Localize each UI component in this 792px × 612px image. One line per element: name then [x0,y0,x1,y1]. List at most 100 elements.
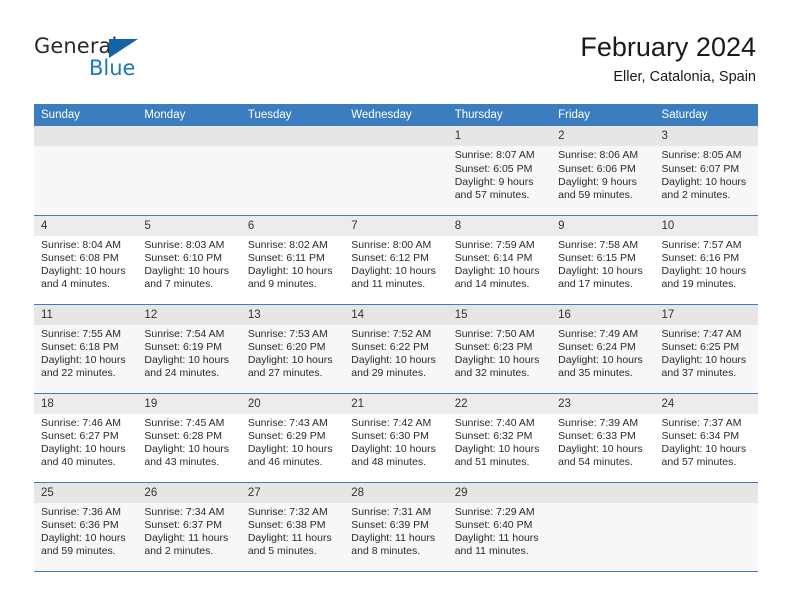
day-number: 16 [551,304,655,325]
calendar-day-cell[interactable]: 14 Sunrise: 7:52 AM Sunset: 6:22 PM Dayligh… [344,304,448,394]
daylight-text: Daylight: 9 hours and 59 minutes. [558,175,637,201]
calendar-day-cell[interactable]: 9 Sunrise: 7:58 AM Sunset: 6:15 PM Daylight… [551,215,655,305]
calendar-body: 1 Sunrise: 8:07 AM Sunset: 6:05 PM Daylight… [34,126,758,572]
sunset-text: Sunset: 6:39 PM [351,519,429,532]
day-sun-info: Sunrise: 7:31 AM Sunset: 6:39 PM Daylight:… [344,503,447,559]
day-cell-inner: 6 Sunrise: 8:02 AM Sunset: 6:11 PM Daylight… [240,215,345,304]
day-sun-info: Sunrise: 7:32 AM Sunset: 6:38 PM Daylight:… [241,503,344,559]
daylight-text: Daylight: 10 hours and 14 minutes. [454,265,540,291]
logo-text-general: General [34,34,118,58]
day-number [137,126,241,146]
day-number: 5 [137,215,241,236]
sunrise-text: Sunrise: 7:29 AM [454,505,535,518]
day-number: 27 [240,482,345,503]
daylight-text: Daylight: 10 hours and 40 minutes. [41,443,126,469]
day-number [240,126,345,146]
day-cell-inner: 20 Sunrise: 7:43 AM Sunset: 6:29 PM Dayligh… [240,393,345,482]
calendar-day-cell[interactable]: 12 Sunrise: 7:54 AM Sunset: 6:19 PM Dayligh… [137,304,241,394]
calendar-week-row: 18 Sunrise: 7:46 AM Sunset: 6:27 PM Dayligh… [34,393,758,483]
day-number: 19 [137,393,241,414]
calendar-week-row: 1 Sunrise: 8:07 AM Sunset: 6:05 PM Daylight… [34,126,758,216]
day-number: 21 [344,393,448,414]
calendar-day-cell[interactable]: 29 Sunrise: 7:29 AM Sunset: 6:40 PM Dayligh… [447,482,552,572]
daylight-text: Daylight: 10 hours and 32 minutes. [454,354,540,380]
calendar-day-cell[interactable]: 1 Sunrise: 8:07 AM Sunset: 6:05 PM Daylight… [447,126,552,216]
sunset-text: Sunset: 6:05 PM [454,162,533,175]
calendar-day-cell[interactable]: 11 Sunrise: 7:55 AM Sunset: 6:18 PM Dayligh… [34,304,138,394]
calendar-table-wrapper: Sunday Monday Tuesday Wednesday Thursday… [34,104,758,572]
calendar-day-cell[interactable]: 15 Sunrise: 7:50 AM Sunset: 6:23 PM Dayligh… [447,304,552,394]
page-header: General Blue February 2024 Eller, Catalo… [0,0,792,85]
calendar-day-cell[interactable]: 10 Sunrise: 7:57 AM Sunset: 6:16 PM Dayligh… [654,215,758,305]
sunrise-text: Sunrise: 7:45 AM [144,416,225,429]
day-number: 29 [447,482,552,503]
day-cell-inner: 22 Sunrise: 7:40 AM Sunset: 6:32 PM Dayligh… [447,393,552,482]
day-number: 23 [551,393,655,414]
generalblue-logo[interactable]: General Blue [34,34,194,86]
calendar-day-cell[interactable]: 16 Sunrise: 7:49 AM Sunset: 6:24 PM Dayligh… [551,304,655,394]
calendar-week-row: 4 Sunrise: 8:04 AM Sunset: 6:08 PM Daylight… [34,215,758,305]
day-number [654,482,758,503]
day-sun-info: Sunrise: 7:58 AM Sunset: 6:15 PM Daylight:… [551,236,654,292]
day-number: 13 [240,304,345,325]
calendar-day-cell[interactable]: 27 Sunrise: 7:32 AM Sunset: 6:38 PM Dayligh… [240,482,345,572]
day-cell-inner: 16 Sunrise: 7:49 AM Sunset: 6:24 PM Dayligh… [551,304,655,393]
day-cell-inner: 3 Sunrise: 8:05 AM Sunset: 6:07 PM Daylight… [654,126,758,215]
day-sun-info: Sunrise: 7:45 AM Sunset: 6:28 PM Daylight:… [137,414,240,470]
calendar-day-cell[interactable]: 23 Sunrise: 7:39 AM Sunset: 6:33 PM Dayligh… [551,393,655,483]
daylight-text: Daylight: 10 hours and 24 minutes. [144,354,230,380]
sunrise-text: Sunrise: 7:55 AM [41,327,121,340]
day-sun-info: Sunrise: 8:00 AM Sunset: 6:12 PM Daylight:… [344,236,447,292]
sunset-text: Sunset: 6:33 PM [558,430,636,443]
title-block: February 2024 Eller, Catalonia, Spain [580,32,756,85]
calendar-day-cell[interactable]: 20 Sunrise: 7:43 AM Sunset: 6:29 PM Dayligh… [240,393,345,483]
calendar-day-cell[interactable]: 2 Sunrise: 8:06 AM Sunset: 6:06 PM Daylight… [551,126,655,216]
sunrise-text: Sunrise: 7:57 AM [661,238,742,251]
day-number: 2 [551,126,655,147]
sunset-text: Sunset: 6:30 PM [351,430,429,443]
calendar-day-cell[interactable]: 7 Sunrise: 8:00 AM Sunset: 6:12 PM Daylight… [344,215,448,305]
daylight-text: Daylight: 10 hours and 59 minutes. [41,532,126,558]
day-cell-inner [654,482,758,571]
calendar-day-cell[interactable]: 3 Sunrise: 8:05 AM Sunset: 6:07 PM Daylight… [654,126,758,216]
day-cell-inner [551,482,655,571]
calendar-day-cell[interactable]: 8 Sunrise: 7:59 AM Sunset: 6:14 PM Daylight… [447,215,552,305]
calendar-day-cell[interactable]: 6 Sunrise: 8:02 AM Sunset: 6:11 PM Daylight… [240,215,345,305]
day-sun-info: Sunrise: 7:57 AM Sunset: 6:16 PM Daylight:… [655,236,758,292]
calendar-day-cell[interactable]: 28 Sunrise: 7:31 AM Sunset: 6:39 PM Dayligh… [344,482,448,572]
calendar-day-cell[interactable]: 17 Sunrise: 7:47 AM Sunset: 6:25 PM Dayligh… [654,304,758,394]
day-sun-info: Sunrise: 7:55 AM Sunset: 6:18 PM Daylight:… [34,325,137,381]
calendar-day-cell-empty [137,126,241,216]
weekday-header-wednesday: Wednesday [344,104,448,126]
sunrise-text: Sunrise: 7:32 AM [247,505,328,518]
sunset-text: Sunset: 6:24 PM [558,341,636,354]
daylight-text: Daylight: 11 hours and 5 minutes. [247,532,332,558]
day-sun-info: Sunrise: 7:43 AM Sunset: 6:29 PM Daylight:… [241,414,344,470]
calendar-day-cell[interactable]: 24 Sunrise: 7:37 AM Sunset: 6:34 PM Dayligh… [654,393,758,483]
calendar-day-cell[interactable]: 5 Sunrise: 8:03 AM Sunset: 6:10 PM Daylight… [137,215,241,305]
day-number: 15 [447,304,552,325]
day-cell-inner: 2 Sunrise: 8:06 AM Sunset: 6:06 PM Daylight… [551,126,655,215]
day-cell-inner: 8 Sunrise: 7:59 AM Sunset: 6:14 PM Daylight… [447,215,552,304]
calendar-day-cell[interactable]: 4 Sunrise: 8:04 AM Sunset: 6:08 PM Daylight… [34,215,138,305]
page-title: February 2024 [580,32,756,62]
day-cell-inner: 7 Sunrise: 8:00 AM Sunset: 6:12 PM Daylight… [344,215,448,304]
day-sun-info: Sunrise: 8:02 AM Sunset: 6:11 PM Daylight:… [241,236,344,292]
calendar-day-cell[interactable]: 22 Sunrise: 7:40 AM Sunset: 6:32 PM Dayligh… [447,393,552,483]
daylight-text: Daylight: 10 hours and 35 minutes. [558,354,643,380]
day-cell-inner: 23 Sunrise: 7:39 AM Sunset: 6:33 PM Dayligh… [551,393,655,482]
sunrise-text: Sunrise: 7:43 AM [247,416,328,429]
day-cell-inner [240,126,345,215]
sunrise-text: Sunrise: 8:03 AM [144,238,225,251]
calendar-day-cell[interactable]: 26 Sunrise: 7:34 AM Sunset: 6:37 PM Dayligh… [137,482,241,572]
sunset-text: Sunset: 6:36 PM [41,519,119,532]
calendar-day-cell[interactable]: 19 Sunrise: 7:45 AM Sunset: 6:28 PM Dayligh… [137,393,241,483]
calendar-day-cell[interactable]: 25 Sunrise: 7:36 AM Sunset: 6:36 PM Dayligh… [34,482,138,572]
calendar-day-cell[interactable]: 21 Sunrise: 7:42 AM Sunset: 6:30 PM Dayligh… [344,393,448,483]
calendar-day-cell[interactable]: 18 Sunrise: 7:46 AM Sunset: 6:27 PM Dayligh… [34,393,138,483]
day-cell-inner: 21 Sunrise: 7:42 AM Sunset: 6:30 PM Dayligh… [344,393,448,482]
calendar-day-cell[interactable]: 13 Sunrise: 7:53 AM Sunset: 6:20 PM Dayligh… [240,304,345,394]
sunset-text: Sunset: 6:20 PM [247,341,326,354]
day-cell-inner: 5 Sunrise: 8:03 AM Sunset: 6:10 PM Daylight… [137,215,241,304]
sunset-text: Sunset: 6:38 PM [247,519,326,532]
